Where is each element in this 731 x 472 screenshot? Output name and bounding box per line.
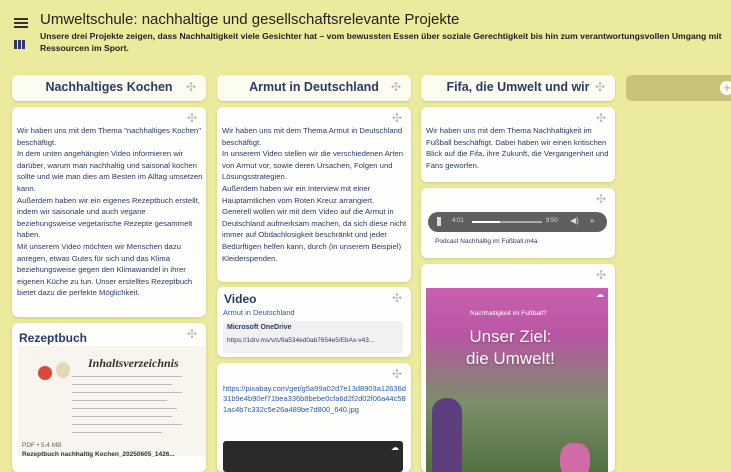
- post-subtitle[interactable]: Armut in Deutschland: [223, 308, 295, 317]
- pdf-line: [72, 424, 182, 425]
- pdf-line: [72, 392, 182, 393]
- post-text: Wir haben uns mit dem Thema "nachhaltige…: [17, 126, 203, 298]
- pdf-preview[interactable]: Inhaltsverzeichnis: [18, 346, 206, 456]
- plus-icon[interactable]: ✣: [392, 367, 402, 381]
- volume-icon[interactable]: ◀): [570, 216, 579, 225]
- post-title: Video: [224, 292, 257, 306]
- column-title: Fifa, die Umwelt und wir: [446, 80, 590, 94]
- cloud-icon: ☁: [596, 290, 604, 299]
- pdf-line: [72, 376, 182, 377]
- plus-icon[interactable]: ✣: [187, 111, 197, 125]
- player-figure: [432, 398, 462, 472]
- poster-image[interactable]: ☁ Nachhaltigkeit im Fußball? Unser Ziel:…: [426, 288, 608, 472]
- plus-icon[interactable]: ✣: [391, 80, 401, 94]
- forward-icon[interactable]: »: [590, 216, 594, 225]
- board-icon: [14, 40, 25, 49]
- plus-icon: +: [720, 81, 731, 95]
- file-name[interactable]: Rezeptbuch nachhaltig Kochen_20250605_14…: [22, 451, 175, 458]
- column-header-armut[interactable]: Armut in Deutschland ✣: [217, 75, 411, 101]
- player-time: 4:01: [452, 218, 464, 224]
- plus-icon[interactable]: ✣: [595, 80, 605, 94]
- column-header-fifa[interactable]: Fifa, die Umwelt und wir ✣: [421, 75, 615, 101]
- poster-sign: Nachhaltigkeit im Fußball?: [470, 310, 547, 317]
- menu-icon[interactable]: [14, 18, 28, 28]
- plus-icon[interactable]: ✣: [596, 111, 606, 125]
- poster-line1: Unser Ziel:: [469, 327, 552, 346]
- poster-line2: die Umwelt!: [466, 349, 555, 368]
- post-title: Rezeptbuch: [19, 331, 88, 345]
- figure-shape: [560, 443, 590, 472]
- column-title: Nachhaltiges Kochen: [45, 80, 173, 94]
- cloud-icon: ☁: [391, 443, 399, 452]
- player-track[interactable]: [472, 221, 542, 223]
- plus-icon[interactable]: ✣: [596, 192, 606, 206]
- post-card-fifa[interactable]: ✣ Wir haben uns mit dem Thema Nachhaltig…: [421, 107, 615, 182]
- column-title: Armut in Deutschland: [249, 80, 379, 94]
- player-total: 9:50: [546, 218, 558, 224]
- plus-icon[interactable]: ✣: [392, 111, 402, 125]
- post-card-poster[interactable]: ✣ ☁ Nachhaltigkeit im Fußball? Unser Zie…: [421, 264, 615, 472]
- poster-headline: Unser Ziel: die Umwelt!: [466, 326, 555, 370]
- plus-icon[interactable]: ✣: [186, 80, 196, 94]
- pdf-heading: Inhaltsverzeichnis: [88, 356, 179, 370]
- column-header-kochen[interactable]: Nachhaltiges Kochen ✣: [12, 75, 206, 101]
- tomato-image: [38, 366, 52, 380]
- pdf-line: [72, 432, 162, 433]
- link-title: Microsoft OneDrive: [227, 324, 292, 331]
- post-card-rezeptbuch[interactable]: Rezeptbuch ✣ Inhaltsverzeichnis PDF • 5.…: [12, 323, 206, 472]
- link-url: https://1drv.ms/v/c/9a534ed0ab7654e5/EbA…: [227, 337, 375, 344]
- pdf-line: [72, 400, 167, 401]
- podcast-file-name[interactable]: Podcast Nachhaltig im Fußball.m4a: [435, 238, 538, 245]
- page-title: Umweltschule: nachhaltige und gesellscha…: [40, 11, 460, 28]
- post-text: Wir haben uns mit dem Thema Nachhaltigke…: [426, 126, 609, 170]
- post-card-podcast[interactable]: ✣ 4:01 9:50 ◀) » Podcast Nachhaltig im F…: [421, 188, 615, 258]
- pdf-line: [72, 416, 172, 417]
- plus-icon[interactable]: ✣: [187, 327, 197, 341]
- page-description: Unsere drei Projekte zeigen, dass Nachha…: [40, 31, 722, 53]
- header: Umweltschule: nachhaltige und gesellscha…: [0, 0, 731, 70]
- onion-image: [56, 362, 70, 378]
- post-card-kochen[interactable]: ✣ Wir haben uns mit dem Thema "nachhalti…: [12, 107, 206, 317]
- post-card-armut[interactable]: ✣ Wir haben uns mit dem Thema Armut in D…: [217, 107, 411, 282]
- pdf-line: [72, 384, 172, 385]
- post-card-video[interactable]: Video ✣ Armut in Deutschland Microsoft O…: [217, 287, 411, 357]
- add-column-button[interactable]: +: [626, 75, 731, 101]
- audio-player[interactable]: 4:01 9:50 ◀) »: [428, 212, 607, 232]
- file-meta: PDF • 5.4 MB: [22, 442, 62, 449]
- plus-icon[interactable]: ✣: [392, 291, 402, 305]
- player-progress: [472, 221, 500, 223]
- onedrive-link-preview[interactable]: Microsoft OneDrive https://1drv.ms/v/c/9…: [223, 321, 403, 353]
- image-url[interactable]: https://pixabay.com/get/g5a99a02d7e13d89…: [223, 384, 407, 415]
- pause-icon[interactable]: [437, 217, 441, 226]
- image-preview[interactable]: ☁: [223, 441, 403, 472]
- pdf-line: [72, 408, 177, 409]
- post-card-pixabay[interactable]: ✣ https://pixabay.com/get/g5a99a02d7e13d…: [217, 363, 411, 472]
- post-text: Wir haben uns mit dem Thema Armut in Deu…: [222, 126, 407, 263]
- plus-icon[interactable]: ✣: [596, 268, 606, 282]
